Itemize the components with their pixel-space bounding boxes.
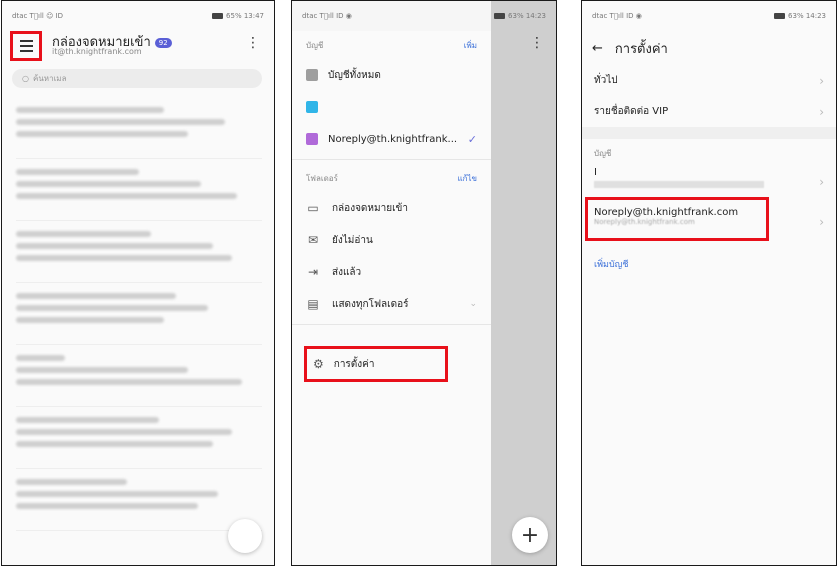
divider: [292, 324, 491, 325]
status-left: dtac T᪴ıll ID ◉: [592, 12, 642, 20]
highlight-box: [585, 197, 769, 241]
add-account-link[interactable]: เพิ่ม: [464, 39, 477, 52]
list-item[interactable]: [16, 283, 262, 345]
status-bar: dtac T᪴ıll ID ◉ 63% 14:23: [582, 1, 836, 31]
folder-item-inbox[interactable]: ▭ กล่องจดหมายเข้า: [292, 192, 491, 224]
check-icon: ✓: [467, 132, 477, 146]
account-color-icon: [306, 69, 318, 81]
status-right: 65% 13:47: [226, 12, 264, 20]
inbox-header: กล่องจดหมายเข้า 92 it@th.knightfrank.com …: [2, 31, 274, 63]
chevron-right-icon: ›: [819, 73, 824, 88]
list-item[interactable]: [16, 221, 262, 283]
accounts-section-label: บัญชี: [594, 149, 612, 158]
settings-screen: dtac T᪴ıll ID ◉ 63% 14:23 ← การตั้งค่า ท…: [581, 0, 837, 566]
settings-menu-item[interactable]: ⚙ การตั้งค่า: [304, 346, 448, 382]
battery-icon: [494, 13, 506, 19]
settings-general[interactable]: ทั่วไป ›: [582, 65, 836, 96]
list-item[interactable]: [16, 345, 262, 407]
divider: [292, 159, 491, 160]
account-email: it@th.knightfrank.com: [52, 47, 142, 56]
chevron-down-icon: ⌄: [469, 299, 477, 309]
sent-icon: ⇥: [307, 265, 319, 279]
compose-fab[interactable]: [228, 519, 262, 553]
more-options-icon[interactable]: ⋮: [530, 35, 544, 51]
settings-header: ← การตั้งค่า: [582, 31, 836, 65]
account-item-blurred[interactable]: [292, 91, 491, 123]
status-bar: dtac T᪴ıll ☺ ID 65% 13:47: [2, 1, 274, 31]
battery-icon: [774, 13, 786, 19]
chevron-right-icon: ›: [819, 104, 824, 119]
inbox-screen: dtac T᪴ıll ☺ ID 65% 13:47 กล่องจดหมายเข้…: [1, 0, 275, 566]
list-item[interactable]: [16, 407, 262, 469]
folder-icon: ▤: [307, 297, 319, 311]
status-left: dtac T᪴ıll ID ◉: [302, 12, 352, 20]
back-arrow-icon[interactable]: ←: [592, 41, 603, 56]
status-right: 63% 14:23: [508, 12, 546, 20]
navigation-drawer: บัญชี เพิ่ม บัญชีทั้งหมด Noreply@th.knig…: [292, 31, 491, 565]
edit-folders-link[interactable]: แก้ไข: [458, 172, 478, 185]
status-bar: dtac T᪴ıll ID ◉ 63% 14:23: [292, 1, 556, 31]
battery-icon: [212, 13, 224, 19]
unread-mail-icon: ✉: [307, 233, 319, 247]
compose-fab[interactable]: +: [512, 517, 548, 553]
inbox-icon: ▭: [307, 201, 319, 215]
drawer-scrim[interactable]: ⋮ +: [491, 1, 556, 565]
search-icon: ○: [22, 74, 29, 83]
chevron-right-icon: ›: [819, 215, 824, 229]
mail-list: [16, 97, 262, 565]
divider: [582, 127, 836, 139]
accounts-section-header: บัญชี เพิ่ม: [306, 39, 477, 52]
account-color-icon: [306, 133, 318, 145]
gear-icon: ⚙: [313, 357, 324, 371]
drawer-screen: dtac T᪴ıll ID ◉ 63% 14:23 ⋮ + บัญชี เพิ่…: [291, 0, 557, 566]
folders-section-header: โฟลเดอร์ แก้ไข: [306, 172, 478, 185]
folder-item-unread[interactable]: ✉ ยังไม่อ่าน: [292, 224, 491, 256]
list-item[interactable]: [16, 97, 262, 159]
folder-item-sent[interactable]: ⇥ ส่งแล้ว: [292, 256, 491, 288]
account-color-icon: [306, 101, 318, 113]
folder-item-all-folders[interactable]: ▤ แสดงทุกโฟลเดอร์ ⌄: [292, 288, 491, 320]
add-account-link[interactable]: เพิ่มบัญชี: [582, 247, 836, 281]
search-input[interactable]: ○ ค้นหาเมล: [12, 69, 262, 88]
settings-vip-contacts[interactable]: รายชื่อติดต่อ VIP ›: [582, 96, 836, 127]
hamburger-menu-button[interactable]: [10, 31, 42, 61]
status-left: dtac T᪴ıll ☺ ID: [12, 12, 64, 20]
account-item-noreply[interactable]: Noreply@th.knightfrank... ✓: [292, 123, 491, 155]
list-item[interactable]: [16, 469, 262, 531]
status-right: 63% 14:23: [788, 12, 826, 20]
list-item[interactable]: [16, 159, 262, 221]
page-title: การตั้งค่า: [614, 41, 668, 57]
more-options-icon[interactable]: ⋮: [246, 35, 260, 51]
unread-badge: 92: [154, 37, 172, 48]
chevron-right-icon: ›: [819, 175, 824, 189]
account-item-all[interactable]: บัญชีทั้งหมด: [292, 59, 491, 91]
